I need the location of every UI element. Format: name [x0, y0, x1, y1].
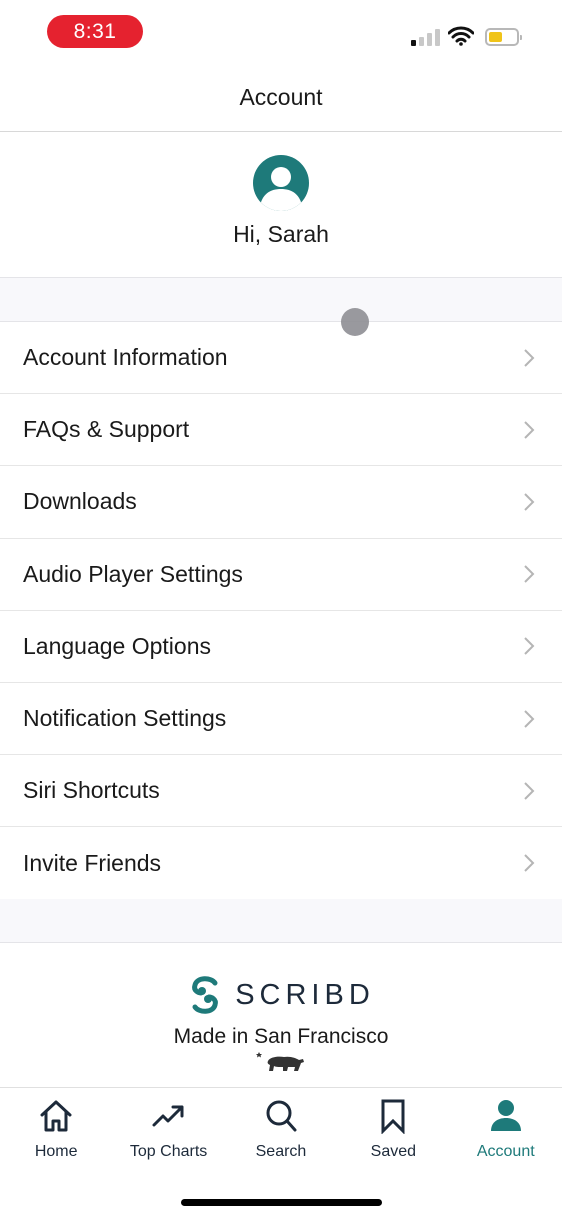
menu-item-label: Invite Friends	[23, 849, 162, 876]
signal-bar	[435, 29, 440, 46]
battery-nub	[520, 35, 522, 40]
wifi-icon	[448, 26, 474, 46]
home-icon	[40, 1100, 72, 1132]
menu-item-label: Downloads	[23, 488, 137, 515]
section-spacer	[0, 278, 562, 322]
tab-label: Account	[476, 1143, 535, 1160]
bookmark-icon	[381, 1099, 405, 1134]
chevron-right-icon	[524, 854, 535, 873]
tab-account[interactable]: Account	[450, 1088, 562, 1218]
menu-item-downloads[interactable]: Downloads	[0, 466, 562, 539]
account-icon	[490, 1100, 521, 1131]
chevron-right-icon	[524, 782, 535, 800]
tab-label: Top Charts	[129, 1143, 208, 1160]
menu-item-label: Siri Shortcuts	[23, 777, 160, 804]
search-icon	[266, 1100, 297, 1132]
menu-item-notification-settings[interactable]: Notification Settings	[0, 682, 562, 756]
tab-label: Home	[34, 1143, 78, 1160]
chevron-right-icon	[524, 709, 535, 728]
chevron-right-icon	[524, 637, 535, 656]
menu-item-label: FAQs & Support	[23, 416, 190, 443]
section-spacer	[0, 899, 562, 943]
avatar[interactable]	[253, 155, 309, 211]
scribd-logo-icon	[192, 976, 219, 1014]
menu-item-siri-shortcuts[interactable]: Siri Shortcuts	[0, 755, 562, 828]
profile-section: Hi, Sarah	[0, 132, 562, 278]
signal-bar	[411, 40, 416, 46]
menu-item-label: Account Information	[23, 344, 228, 371]
battery-icon	[485, 28, 522, 46]
status-time: 8:31	[47, 15, 143, 48]
signal-bar	[419, 37, 424, 46]
chevron-right-icon	[524, 565, 535, 583]
account-menu: Account Information FAQs & Support Downl…	[0, 322, 562, 900]
cellular-signal-icon	[411, 29, 440, 46]
battery-level	[489, 32, 502, 42]
user-avatar-icon	[259, 167, 303, 211]
menu-item-faqs-support[interactable]: FAQs & Support	[0, 394, 562, 467]
touch-indicator	[341, 308, 369, 336]
page-title: Account	[239, 84, 323, 110]
menu-item-label: Notification Settings	[23, 705, 227, 732]
status-bar: 8:31	[0, 0, 562, 64]
menu-item-language-options[interactable]: Language Options	[0, 610, 562, 683]
california-bear-icon	[256, 1052, 304, 1071]
brand-footer: SCRIBD Made in San Francisco	[0, 943, 562, 1087]
brand-name: SCRIBD	[235, 978, 375, 1011]
greeting-text: Hi, Sarah	[233, 221, 329, 247]
tagline: Made in San Francisco	[173, 1025, 389, 1048]
navigation-bar: Account	[0, 64, 562, 132]
chevron-right-icon	[524, 348, 535, 367]
chevron-right-icon	[524, 493, 535, 511]
tab-label: Saved	[370, 1143, 417, 1160]
menu-item-audio-player-settings[interactable]: Audio Player Settings	[0, 538, 562, 611]
home-indicator[interactable]	[181, 1199, 382, 1206]
chevron-right-icon	[524, 421, 535, 439]
tab-label: Search	[255, 1143, 307, 1160]
brand-row: SCRIBD	[187, 975, 375, 1015]
menu-item-account-information[interactable]: Account Information	[0, 322, 562, 395]
menu-item-label: Audio Player Settings	[23, 560, 243, 587]
trending-icon	[152, 1105, 184, 1127]
menu-item-label: Language Options	[23, 632, 211, 659]
menu-item-invite-friends[interactable]: Invite Friends	[0, 827, 562, 900]
tab-home[interactable]: Home	[0, 1088, 112, 1218]
signal-bar	[427, 33, 432, 46]
